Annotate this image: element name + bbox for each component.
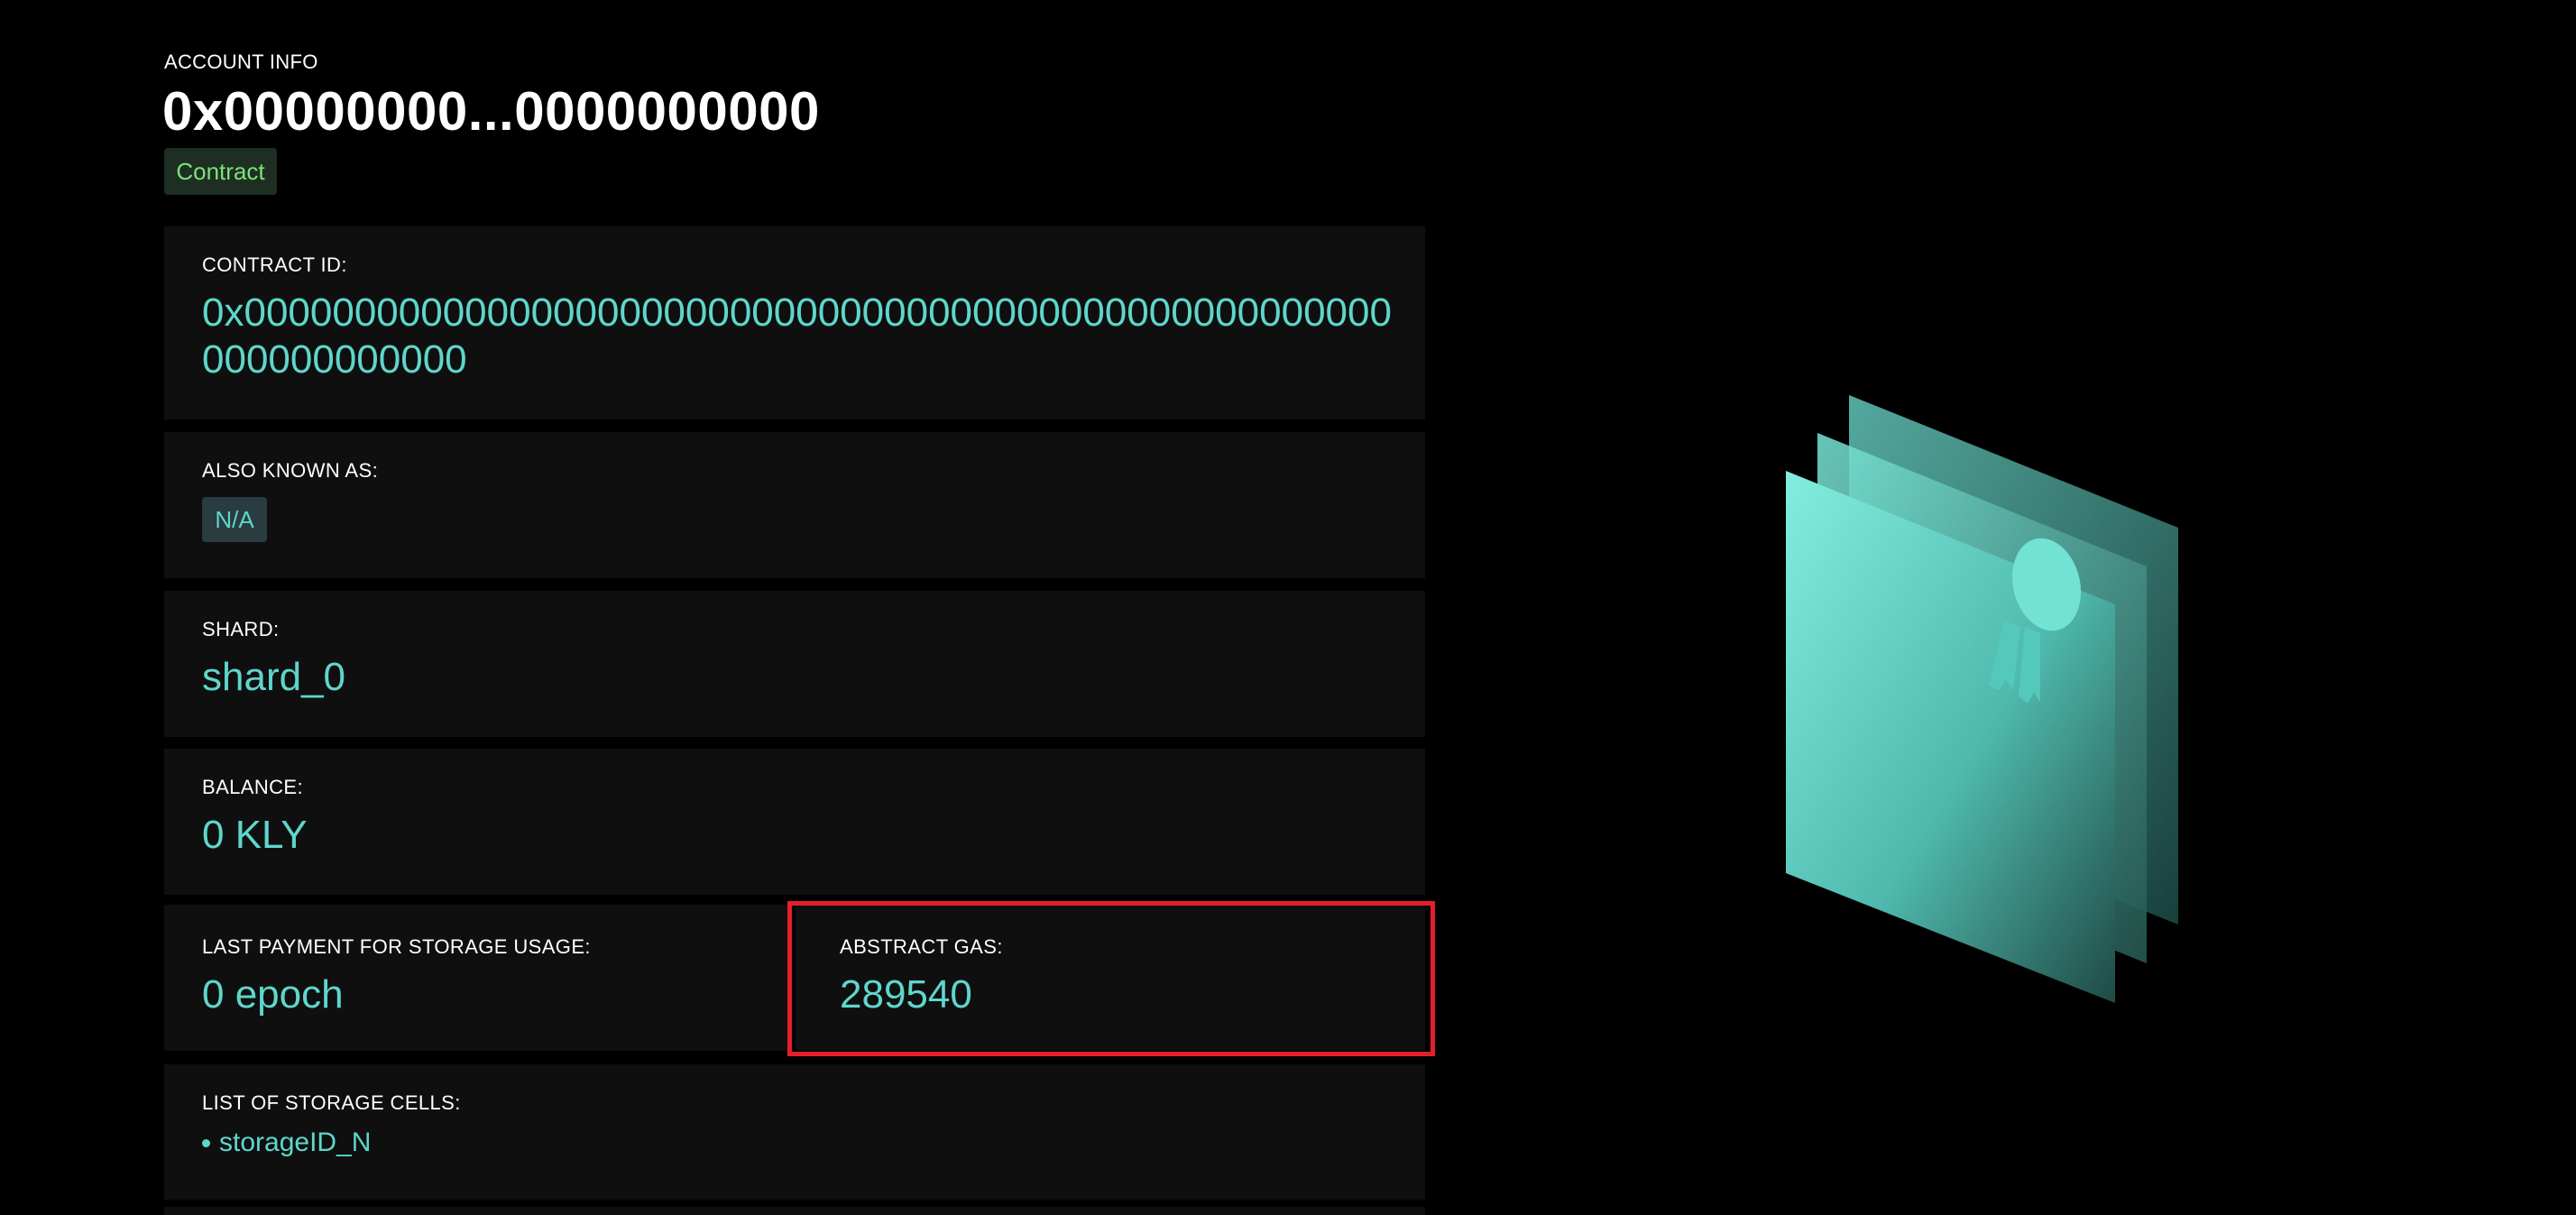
balance-value: 0 KLY bbox=[202, 813, 308, 857]
also-known-as-card: ALSO KNOWN AS: N/A bbox=[164, 432, 1425, 578]
storage-payment-label: LAST PAYMENT FOR STORAGE USAGE: bbox=[202, 935, 591, 958]
certificate-icon bbox=[1786, 395, 2178, 1003]
bullet-icon bbox=[202, 1138, 210, 1147]
storage-payment-value: 0 epoch bbox=[202, 972, 344, 1017]
account-info-label: ACCOUNT INFO bbox=[164, 51, 318, 73]
contract-id-label: CONTRACT ID: bbox=[202, 253, 347, 276]
storage-cells-label: LIST OF STORAGE CELLS: bbox=[202, 1091, 461, 1114]
also-known-as-value: N/A bbox=[202, 497, 267, 542]
storage-cell-item[interactable]: storageID_N bbox=[202, 1128, 371, 1158]
abstract-gas-value: 289540 bbox=[840, 972, 972, 1017]
contract-id-card: CONTRACT ID: 0x0000000000000000000000000… bbox=[164, 226, 1425, 419]
next-card-edge bbox=[164, 1207, 1425, 1215]
storage-payment-card: LAST PAYMENT FOR STORAGE USAGE: 0 epoch bbox=[164, 905, 788, 1051]
shard-label: SHARD: bbox=[202, 618, 280, 640]
storage-cells-card: LIST OF STORAGE CELLS: storageID_N bbox=[164, 1064, 1425, 1200]
contract-id-value: 0x00000000000000000000000000000000000000… bbox=[202, 290, 1392, 382]
abstract-gas-card: ABSTRACT GAS: 289540 bbox=[796, 905, 1425, 1051]
account-address: 0x00000000...0000000000 bbox=[162, 81, 820, 142]
also-known-as-label: ALSO KNOWN AS: bbox=[202, 459, 379, 482]
shard-value: shard_0 bbox=[202, 655, 346, 699]
balance-card: BALANCE: 0 KLY bbox=[164, 749, 1425, 895]
shard-card: SHARD: shard_0 bbox=[164, 591, 1425, 737]
account-type-badge: Contract bbox=[164, 148, 277, 195]
storage-cell-id[interactable]: storageID_N bbox=[219, 1128, 371, 1158]
balance-label: BALANCE: bbox=[202, 776, 304, 798]
abstract-gas-label: ABSTRACT GAS: bbox=[840, 935, 1003, 958]
